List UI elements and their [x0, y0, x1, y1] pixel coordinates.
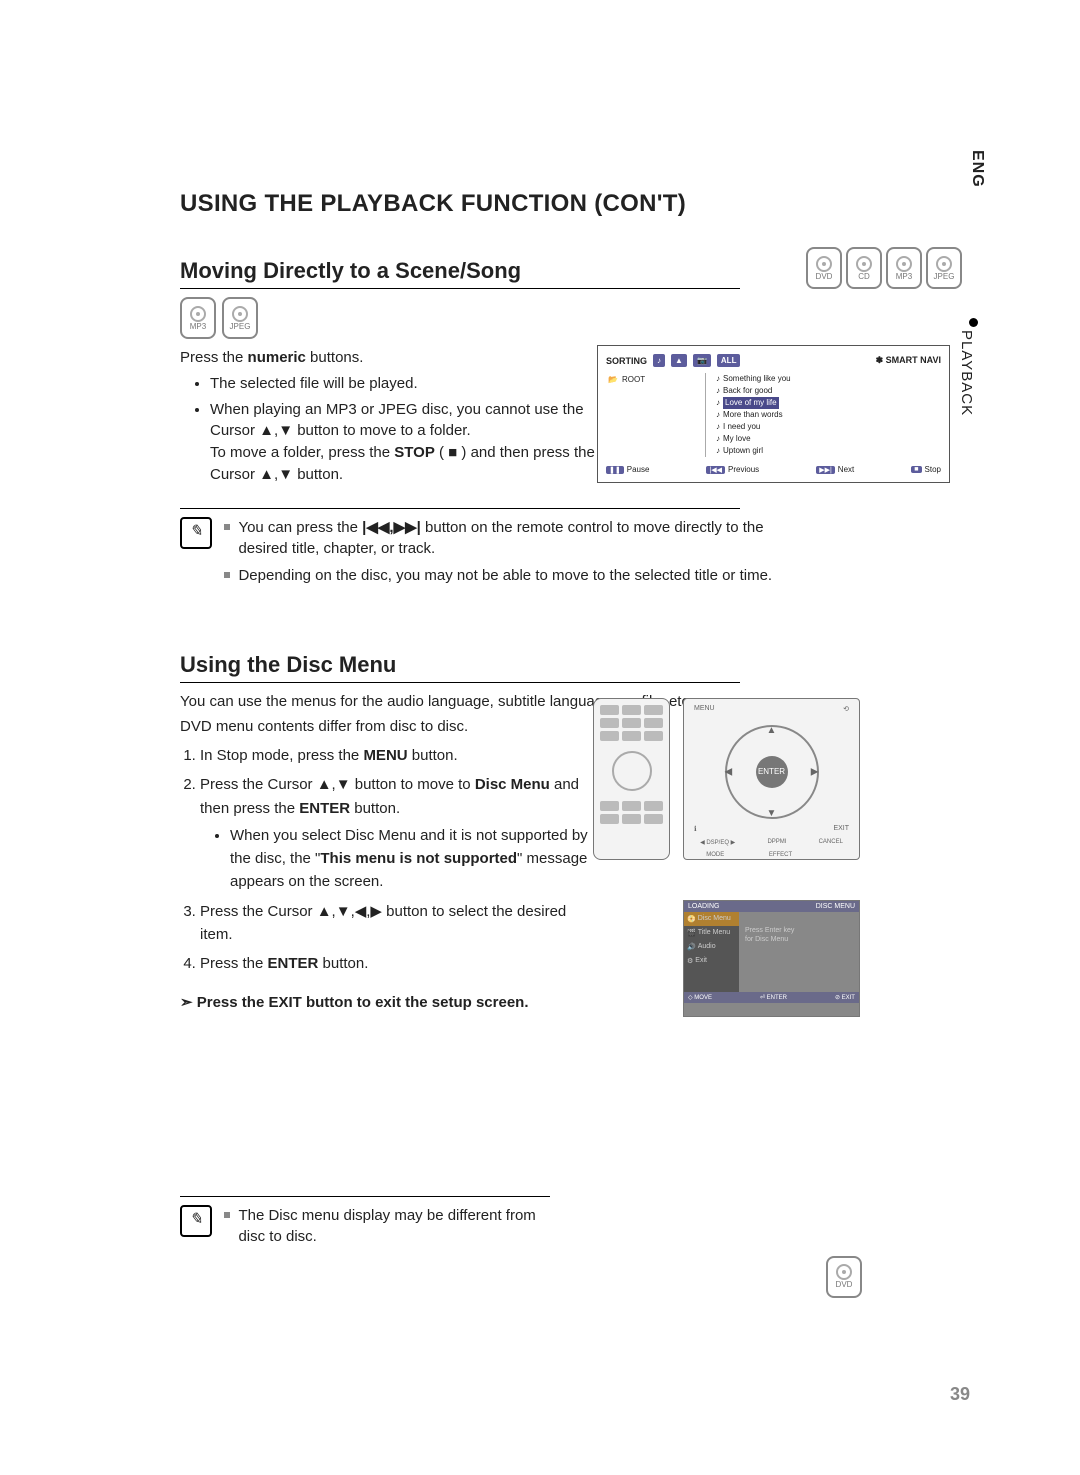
return-button-icon: ⟲: [843, 705, 849, 713]
section1-bullets: The selected file will be played. When p…: [180, 373, 610, 486]
bullet-selected-file: The selected file will be played.: [210, 373, 610, 395]
root-folder: 📂 ROOT: [608, 375, 703, 384]
song-3: ♪ More than words: [716, 409, 791, 421]
menu-button-icon: MENU: [694, 705, 715, 713]
exit-line: Press the EXIT button to exit the setup …: [180, 993, 980, 1011]
sorting-label: SORTING: [606, 356, 647, 366]
remote-illustration: [593, 698, 670, 860]
disc-badge-cd: CD: [846, 247, 882, 289]
step-3: Press the Cursor ▲,▼,◀,▶ button to selec…: [200, 900, 600, 947]
tab-up-icon: ▲: [671, 354, 687, 367]
page-title: USING THE PLAYBACK FUNCTION (CON'T): [180, 190, 980, 218]
song-6: ♪ Uptown girl: [716, 445, 791, 457]
next-pill-icon: ▶▶|: [816, 466, 835, 474]
disc-badge-mp3: MP3: [886, 247, 922, 289]
song-2: ♪ Love of my life: [716, 397, 791, 409]
disc-badge-dvd-2: DVD: [826, 1256, 862, 1298]
disc-badge-dvd: DVD: [806, 247, 842, 289]
dpad-icon: ▲▼◀▶: [725, 725, 819, 819]
section2-intro1: You can use the menus for the audio lang…: [180, 691, 980, 713]
disc-badge-jpeg-small: JPEG: [222, 297, 258, 339]
note-icon: ✎: [180, 517, 212, 549]
controls-illustration: MENU ⟲ ▲▼◀▶ ℹ EXIT ◀ DSP/EQ ▶ DPPMI CANC…: [683, 698, 860, 860]
section1-notes: You can press the |◀◀,▶▶| button on the …: [224, 517, 784, 592]
step-2-sub: When you select Disc Menu and it is not …: [230, 824, 600, 894]
side-tab-language: ENG: [968, 150, 986, 188]
disc-menu-screenshot: LOADINGDISC MENU 📀 Disc Menu 🎬 Title Men…: [683, 900, 860, 1017]
stop-pill-icon: ■: [911, 466, 921, 473]
side-dot-icon: [969, 318, 978, 327]
disc-badge-jpeg: JPEG: [926, 247, 962, 289]
section1-badges: MP3 JPEG: [180, 297, 980, 339]
bullet-cursor-folder: When playing an MP3 or JPEG disc, you ca…: [210, 399, 610, 486]
song-1: ♪ Back for good: [716, 385, 791, 397]
sorting-screenshot: SORTING ♪ ▲ 📷 ALL ✽ SMART NAVI 📂 ROOT ♪ …: [597, 345, 950, 483]
section2-steps: In Stop mode, press the MENU button. Pre…: [180, 744, 600, 975]
tab-music-icon: ♪: [653, 354, 665, 367]
exit-button-icon: EXIT: [833, 825, 849, 833]
menu-item-disc: 📀 Disc Menu: [684, 912, 739, 926]
section2-note: The Disc menu display may be different f…: [224, 1205, 564, 1253]
sorting-footer: ❚❚Pause |◀◀Previous ▶▶|Next ■Stop: [606, 465, 941, 474]
menu-item-title: 🎬 Title Menu: [684, 926, 739, 940]
menu-item-audio: 🔊 Audio: [684, 940, 739, 954]
disc-badge-mp3-small: MP3: [180, 297, 216, 339]
section2-intro2: DVD menu contents differ from disc to di…: [180, 716, 980, 738]
tab-all-icon: ALL: [717, 354, 741, 367]
song-0: ♪ Something like you: [716, 373, 791, 385]
step-1: In Stop mode, press the MENU button.: [200, 744, 600, 767]
smart-navi-label: ✽ SMART NAVI: [876, 355, 941, 366]
song-5: ♪ My love: [716, 433, 791, 445]
section2-heading: Using the Disc Menu: [180, 652, 740, 683]
page-number: 39: [950, 1384, 970, 1405]
section1-heading: Moving Directly to a Scene/Song: [180, 258, 740, 289]
top-disc-badges: DVD CD MP3 JPEG: [806, 247, 962, 289]
song-list: ♪ Something like you ♪ Back for good ♪ L…: [716, 373, 791, 457]
prev-pill-icon: |◀◀: [706, 466, 725, 474]
info-button-icon: ℹ: [694, 825, 697, 833]
side-tab-section: PLAYBACK: [958, 330, 975, 416]
section2-badge-row: DVD: [826, 1256, 862, 1298]
step-2: Press the Cursor ▲,▼ button to move to D…: [200, 773, 600, 893]
tab-photo-icon: 📷: [693, 354, 711, 367]
note-icon-2: ✎: [180, 1205, 212, 1237]
menu-item-exit: ⚙ Exit: [684, 954, 739, 968]
song-4: ♪ I need you: [716, 421, 791, 433]
step-4: Press the ENTER button.: [200, 952, 600, 975]
pause-pill-icon: ❚❚: [606, 466, 624, 474]
